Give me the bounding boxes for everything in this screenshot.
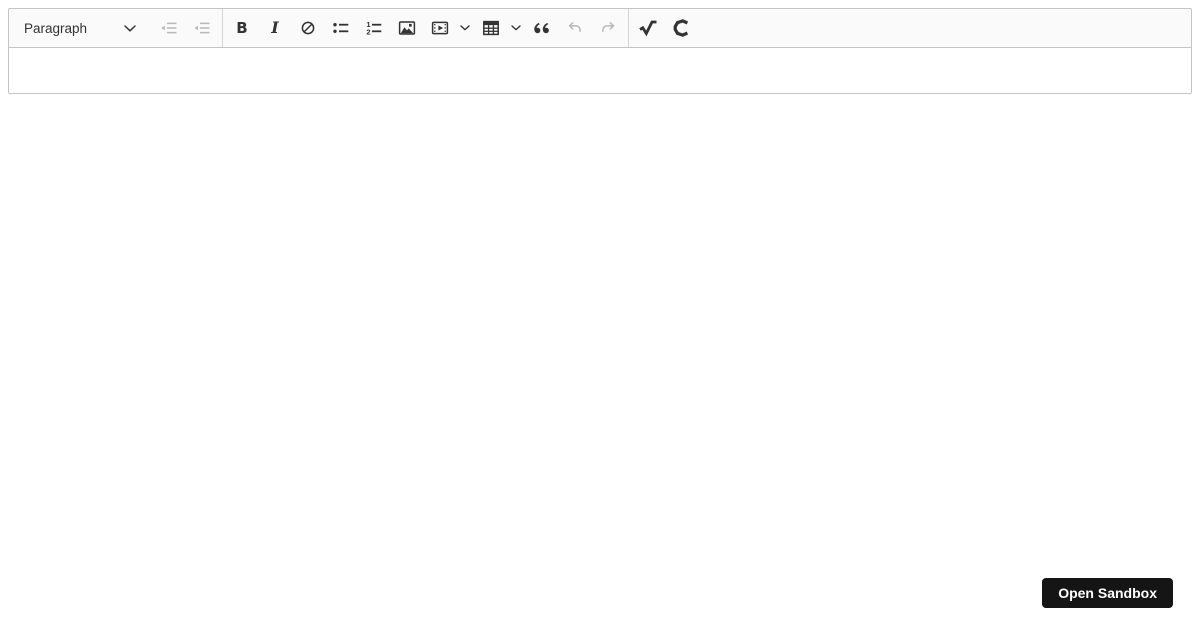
square-root-icon	[637, 17, 659, 39]
toolbar-button-italic[interactable]: I	[259, 12, 291, 44]
bold-icon: B	[236, 18, 248, 37]
toolbar-button-indent[interactable]	[186, 12, 218, 44]
numbered-list-icon: 1 2	[364, 18, 384, 38]
toolbar-button-redo[interactable]	[592, 12, 624, 44]
heading-dropdown[interactable]: Paragraph	[13, 12, 145, 44]
toolbar-button-math[interactable]	[632, 12, 664, 44]
italic-icon: I	[271, 18, 279, 37]
toolbar-button-undo[interactable]	[559, 12, 591, 44]
indent-icon	[192, 18, 212, 38]
rich-text-editor: Paragraph B I 1 2	[8, 8, 1192, 94]
outdent-icon	[159, 18, 179, 38]
undo-icon	[565, 18, 585, 38]
toolbar-button-insert-image[interactable]	[391, 12, 423, 44]
toolbar-button-insert-table[interactable]	[475, 12, 507, 44]
media-embed-icon	[430, 18, 450, 38]
editor-toolbar: Paragraph B I 1 2	[9, 9, 1191, 48]
toolbar-button-link[interactable]	[292, 12, 324, 44]
editor-content[interactable]	[9, 48, 1191, 93]
table-icon	[481, 18, 501, 38]
page: Paragraph B I 1 2	[0, 0, 1200, 102]
block-quote-icon	[532, 18, 552, 38]
chevron-down-icon	[510, 25, 521, 31]
toolbar-button-numbered-list[interactable]: 1 2	[358, 12, 390, 44]
chevron-down-icon	[124, 21, 136, 36]
toolbar-separator	[628, 9, 629, 47]
toolbar-button-bulleted-list[interactable]	[325, 12, 357, 44]
image-icon	[397, 18, 417, 38]
toolbar-button-chemistry[interactable]	[665, 12, 697, 44]
redo-icon	[598, 18, 618, 38]
link-icon	[298, 18, 318, 38]
chemistry-c-icon	[670, 17, 692, 39]
heading-dropdown-label: Paragraph	[24, 20, 88, 36]
toolbar-button-outdent[interactable]	[153, 12, 185, 44]
toolbar-button-block-quote[interactable]	[526, 12, 558, 44]
open-sandbox-button[interactable]: Open Sandbox	[1042, 578, 1173, 608]
toolbar-button-media-embed-dropdown[interactable]	[457, 12, 472, 44]
chevron-down-icon	[459, 25, 470, 31]
toolbar-button-bold[interactable]: B	[226, 12, 258, 44]
svg-text:2: 2	[366, 27, 370, 36]
bulleted-list-icon	[331, 18, 351, 38]
toolbar-separator	[222, 9, 223, 47]
toolbar-button-insert-table-dropdown[interactable]	[508, 12, 523, 44]
toolbar-button-media-embed[interactable]	[424, 12, 456, 44]
